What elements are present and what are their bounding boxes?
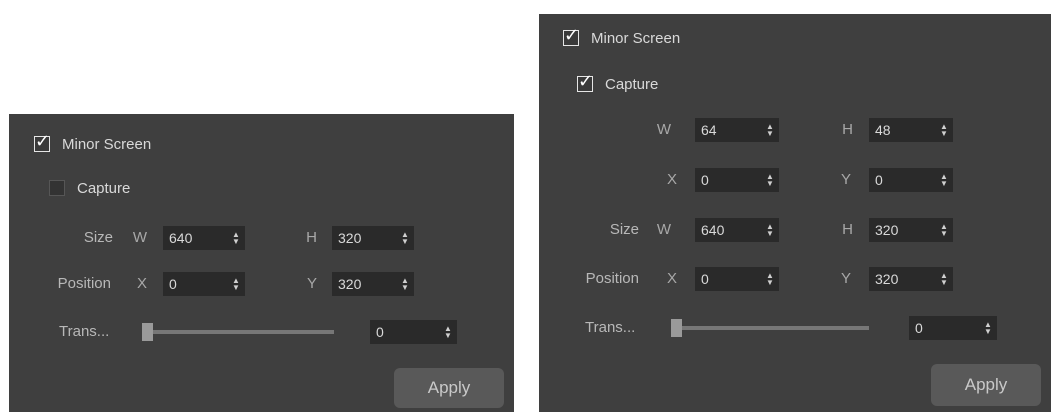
transparency-slider-track[interactable] — [674, 326, 869, 330]
position-y-value: 320 — [875, 271, 899, 287]
spin-arrows-icon[interactable]: ▲ ▼ — [935, 267, 953, 291]
minor-screen-row[interactable]: ✓ Minor Screen — [563, 26, 680, 50]
minor-screen-label: Minor Screen — [62, 135, 152, 153]
size-height-spinbox[interactable]: 320 ▲ ▼ — [332, 226, 414, 250]
size-w-label: W — [656, 221, 671, 238]
capture-x-spinbox[interactable]: 0 ▲ ▼ — [695, 168, 779, 192]
size-width-spinbox[interactable]: 640 ▲ ▼ — [695, 218, 779, 242]
transparency-label: Trans... — [59, 323, 110, 340]
transparency-slider-handle[interactable] — [671, 319, 682, 337]
spin-arrows-icon[interactable]: ▲ ▼ — [935, 118, 953, 142]
capture-x-value: 0 — [701, 172, 709, 188]
minor-screen-checkbox[interactable]: ✓ — [34, 132, 50, 152]
apply-button[interactable]: Apply — [931, 364, 1041, 406]
capture-row[interactable]: ✓ Capture — [577, 72, 658, 96]
minor-screen-panel-left: ✓ Minor Screen Capture Size W 640 ▲ ▼ H 3… — [9, 114, 514, 412]
size-h-label: H — [306, 229, 317, 246]
spin-arrows-icon[interactable]: ▲ ▼ — [227, 226, 245, 250]
check-icon: ✓ — [564, 25, 580, 45]
capture-y-value: 0 — [875, 172, 883, 188]
size-label: Size — [83, 229, 113, 246]
minor-screen-label: Minor Screen — [591, 29, 681, 47]
transparency-spinbox[interactable]: 0 ▲ ▼ — [370, 320, 457, 344]
position-y-spinbox[interactable]: 320 ▲ ▼ — [869, 267, 953, 291]
spin-arrows-icon[interactable]: ▲ ▼ — [935, 218, 953, 242]
size-width-value: 640 — [701, 222, 725, 238]
minor-screen-panel-right: ✓ Minor Screen ✓ Capture W 64 ▲ ▼ H 48 ▲ ▼… — [539, 14, 1051, 412]
capture-row[interactable]: Capture — [49, 176, 130, 200]
size-h-label: H — [842, 221, 853, 238]
check-icon: ✓ — [578, 71, 594, 91]
position-x-label: X — [136, 275, 147, 292]
capture-x-label: X — [666, 171, 677, 188]
transparency-slider-track[interactable] — [144, 330, 334, 334]
spin-arrows-icon[interactable]: ▲ ▼ — [761, 218, 779, 242]
position-y-label: Y — [306, 275, 317, 292]
position-y-value: 320 — [338, 276, 362, 292]
spin-arrows-icon[interactable]: ▲ ▼ — [439, 320, 457, 344]
capture-label: Capture — [605, 75, 659, 93]
capture-h-label: H — [842, 121, 853, 138]
position-x-spinbox[interactable]: 0 ▲ ▼ — [695, 267, 779, 291]
apply-button[interactable]: Apply — [394, 368, 504, 408]
spin-arrows-icon[interactable]: ▲ ▼ — [396, 272, 414, 296]
capture-w-label: W — [656, 121, 671, 138]
capture-checkbox[interactable]: ✓ — [577, 72, 593, 92]
capture-checkbox[interactable] — [49, 180, 65, 196]
minor-screen-checkbox[interactable]: ✓ — [563, 26, 579, 46]
transparency-label: Trans... — [585, 319, 636, 336]
size-width-value: 640 — [169, 230, 193, 246]
position-label: Position — [585, 270, 639, 287]
spin-arrows-icon[interactable]: ▲ ▼ — [979, 316, 997, 340]
spin-arrows-icon[interactable]: ▲ ▼ — [935, 168, 953, 192]
spin-arrows-icon[interactable]: ▲ ▼ — [761, 168, 779, 192]
transparency-value: 0 — [915, 320, 923, 336]
transparency-value: 0 — [376, 324, 384, 340]
position-x-value: 0 — [701, 271, 709, 287]
transparency-spinbox[interactable]: 0 ▲ ▼ — [909, 316, 997, 340]
spin-arrows-icon[interactable]: ▲ ▼ — [396, 226, 414, 250]
size-height-value: 320 — [875, 222, 899, 238]
spin-arrows-icon[interactable]: ▲ ▼ — [761, 118, 779, 142]
transparency-slider-handle[interactable] — [142, 323, 153, 341]
capture-label: Capture — [77, 179, 131, 197]
capture-height-value: 48 — [875, 122, 891, 138]
position-y-spinbox[interactable]: 320 ▲ ▼ — [332, 272, 414, 296]
spin-arrows-icon[interactable]: ▲ ▼ — [227, 272, 245, 296]
size-w-label: W — [132, 229, 147, 246]
capture-width-spinbox[interactable]: 64 ▲ ▼ — [695, 118, 779, 142]
size-height-spinbox[interactable]: 320 ▲ ▼ — [869, 218, 953, 242]
size-label: Size — [609, 221, 639, 238]
minor-screen-row[interactable]: ✓ Minor Screen — [34, 132, 151, 156]
spin-arrows-icon[interactable]: ▲ ▼ — [761, 267, 779, 291]
check-icon: ✓ — [35, 131, 51, 151]
capture-y-spinbox[interactable]: 0 ▲ ▼ — [869, 168, 953, 192]
capture-y-label: Y — [840, 171, 851, 188]
size-height-value: 320 — [338, 230, 362, 246]
position-x-value: 0 — [169, 276, 177, 292]
position-y-label: Y — [840, 270, 851, 287]
size-width-spinbox[interactable]: 640 ▲ ▼ — [163, 226, 245, 250]
position-x-spinbox[interactable]: 0 ▲ ▼ — [163, 272, 245, 296]
capture-height-spinbox[interactable]: 48 ▲ ▼ — [869, 118, 953, 142]
position-x-label: X — [666, 270, 677, 287]
position-label: Position — [57, 275, 111, 292]
capture-width-value: 64 — [701, 122, 717, 138]
